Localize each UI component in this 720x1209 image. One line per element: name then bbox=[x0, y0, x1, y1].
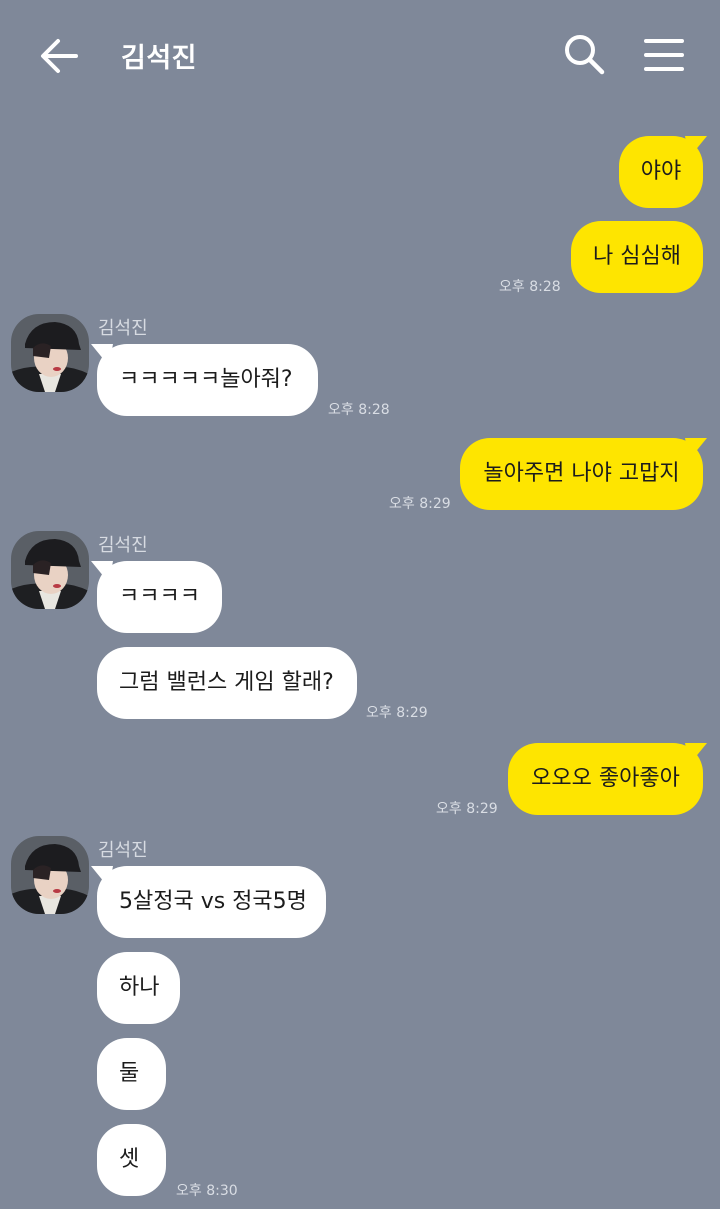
message-time: 오후 8:29 bbox=[366, 705, 428, 721]
message-text: 둘 bbox=[119, 1061, 140, 1086]
message-text: 오오오 좋아좋아 bbox=[531, 766, 680, 791]
message-text: 놀아주면 나야 고맙지 bbox=[483, 461, 680, 486]
chat-header: 김석진 bbox=[0, 0, 720, 110]
message-text: ㅋㅋㅋㅋ bbox=[119, 584, 200, 609]
bubble-tail bbox=[685, 438, 707, 460]
their-message-bubble[interactable]: 둘 bbox=[97, 1038, 166, 1110]
their-message-bubble[interactable]: ㅋㅋㅋㅋ bbox=[91, 561, 222, 633]
message-text: ㅋㅋㅋㅋㅋ놀아줘? bbox=[119, 367, 293, 392]
contact-avatar[interactable] bbox=[11, 531, 89, 609]
menu-icon[interactable] bbox=[641, 34, 687, 78]
chat-title: 김석진 bbox=[121, 43, 198, 74]
my-message-bubble[interactable]: 나 심심해 bbox=[571, 221, 703, 293]
their-message-bubble[interactable]: ㅋㅋㅋㅋㅋ놀아줘? bbox=[91, 344, 318, 416]
message-text: 야야 bbox=[640, 159, 682, 184]
message-time: 오후 8:28 bbox=[328, 402, 390, 418]
sender-name: 김석진 bbox=[98, 840, 148, 861]
search-icon[interactable] bbox=[560, 30, 610, 80]
message-time: 오후 8:28 bbox=[499, 279, 561, 295]
bubble-tail bbox=[91, 866, 113, 888]
bubble-tail bbox=[91, 344, 113, 366]
message-text: 하나 bbox=[119, 975, 160, 1000]
their-message-bubble[interactable]: 5살정국 vs 정국5명 bbox=[91, 866, 326, 938]
sender-name: 김석진 bbox=[98, 535, 148, 556]
bubble-tail bbox=[685, 743, 707, 765]
their-message-bubble[interactable]: 하나 bbox=[97, 952, 180, 1024]
their-message-bubble[interactable]: 그럼 밸런스 게임 할래? bbox=[97, 647, 357, 719]
message-time: 오후 8:29 bbox=[436, 801, 498, 817]
message-time: 오후 8:29 bbox=[389, 496, 451, 512]
contact-avatar[interactable] bbox=[11, 314, 89, 392]
message-time: 오후 8:30 bbox=[176, 1183, 238, 1199]
message-text: 그럼 밸런스 게임 할래? bbox=[119, 670, 334, 695]
message-text: 셋 bbox=[119, 1147, 140, 1172]
my-message-bubble[interactable]: 오오오 좋아좋아 bbox=[508, 743, 707, 815]
message-text: 5살정국 vs 정국5명 bbox=[119, 889, 307, 914]
my-message-bubble[interactable]: 놀아주면 나야 고맙지 bbox=[460, 438, 707, 510]
bubble-tail bbox=[91, 561, 113, 583]
their-message-bubble[interactable]: 셋 bbox=[97, 1124, 166, 1196]
sender-name: 김석진 bbox=[98, 318, 148, 339]
bubble-tail bbox=[685, 136, 707, 158]
my-message-bubble[interactable]: 야야 bbox=[619, 136, 707, 208]
contact-avatar[interactable] bbox=[11, 836, 89, 914]
back-arrow-icon[interactable] bbox=[34, 32, 82, 80]
message-text: 나 심심해 bbox=[593, 244, 681, 269]
